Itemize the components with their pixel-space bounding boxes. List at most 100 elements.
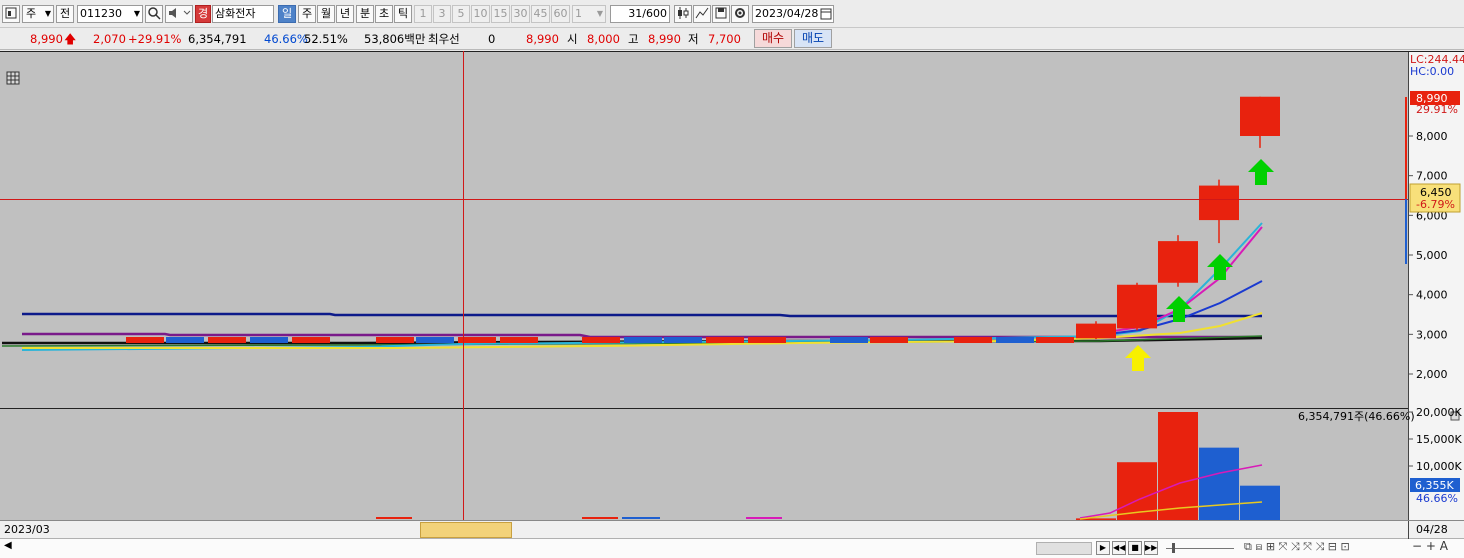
sound-icon[interactable]: [165, 5, 193, 23]
trade-amount: 53,806백만: [364, 32, 426, 46]
price-change: 2,070: [93, 32, 126, 46]
interval-1-button[interactable]: 1: [414, 5, 432, 23]
hc-label: HC:0.00: [1410, 65, 1454, 78]
zoom-slider-track[interactable]: [1166, 548, 1234, 549]
chart-scrollbar[interactable]: ◀ ▶ ◀◀ ■ ▶▶ ⧉ ⧈ ⊞ ⤧ ⤨ ⤧ ⤨ ⊟ ⊡ − + A: [0, 539, 1464, 558]
volume-ratio: 46.66%: [264, 32, 308, 46]
flat-candle: [664, 337, 702, 343]
interval-15-button[interactable]: 15: [491, 5, 510, 23]
date-highlight: [420, 522, 512, 538]
interval-3-button[interactable]: 3: [433, 5, 451, 23]
best-bid-qty: 0: [488, 32, 496, 46]
prev-button[interactable]: 전: [56, 5, 74, 23]
date-input[interactable]: 2023/04/28: [752, 5, 834, 23]
chart-type-icon[interactable]: [2, 5, 20, 23]
chevron-down-icon: ▼: [133, 9, 140, 18]
candle-icon[interactable]: [674, 5, 692, 23]
candle-body: [1076, 323, 1116, 339]
table-view-icon[interactable]: [6, 71, 20, 85]
tab-period-second[interactable]: 초: [375, 5, 393, 23]
flat-candle: [126, 337, 164, 343]
interval-60-button[interactable]: 60: [551, 5, 570, 23]
period-selector-value: 주: [26, 7, 37, 20]
flat-candle: [166, 337, 204, 343]
flat-candle: [870, 337, 908, 343]
volume: 6,354,791: [188, 32, 247, 46]
zoom-controls[interactable]: − + A: [1412, 539, 1448, 553]
start-date: 2023/03: [4, 523, 50, 536]
price-tick-label: 4,000: [1416, 289, 1448, 302]
high-price: 8,990: [648, 32, 681, 46]
save-icon[interactable]: [712, 5, 730, 23]
turnover: 52.51%: [304, 32, 348, 46]
price-tick-label: 8,000: [1416, 130, 1448, 143]
flat-candle: [208, 337, 246, 343]
flat-candle: [624, 337, 662, 343]
fast-forward-icon[interactable]: ▶▶: [1144, 541, 1158, 555]
scroll-thumb[interactable]: [1036, 542, 1092, 555]
high-label: 고: [628, 32, 639, 46]
tab-period-year[interactable]: 년: [336, 5, 354, 23]
tab-period-day[interactable]: 일: [278, 5, 296, 23]
rewind-icon[interactable]: ◀◀: [1112, 541, 1126, 555]
candle-body: [1199, 185, 1239, 221]
tab-period-minute[interactable]: 분: [356, 5, 374, 23]
stock-chart[interactable]: LC:244.44 HC:0.00 8,0007,0006,0005,0004,…: [0, 51, 1464, 520]
volume-tick-label: 10,000K: [1416, 460, 1462, 473]
candle-body: [1158, 241, 1198, 283]
stock-code-value: 011230: [80, 7, 122, 20]
price-tick-label: 3,000: [1416, 328, 1448, 341]
candle-body: [1240, 96, 1280, 136]
chart-area[interactable]: LC:244.44 HC:0.00 8,000 7,000 6,000 5,000 4,…: [0, 51, 1464, 520]
warning-badge: 경: [195, 5, 211, 23]
stock-name: 삼화전자: [215, 7, 256, 20]
low-price: 7,700: [708, 32, 741, 46]
flat-candle: [748, 337, 786, 343]
count-input[interactable]: 1 ▼: [572, 5, 606, 23]
interval-30-button[interactable]: 30: [511, 5, 530, 23]
crosshair-icon[interactable]: [693, 5, 711, 23]
chevron-down-icon: ▼: [596, 9, 603, 18]
volume-rate-tag-value: 46.66%: [1416, 492, 1458, 505]
scroll-left-icon[interactable]: ◀: [4, 540, 12, 551]
buy-button[interactable]: 매수: [754, 29, 792, 48]
price-tick-label: 5,000: [1416, 249, 1448, 262]
view-count: 31: [628, 7, 643, 20]
interval-5-button[interactable]: 5: [452, 5, 470, 23]
interval-45-button[interactable]: 45: [531, 5, 550, 23]
volume-tick-label: 20,000K: [1416, 406, 1462, 419]
layout-icons[interactable]: ⧉ ⧈ ⊞ ⤧ ⤨ ⤧ ⤨ ⊟ ⊡: [1244, 540, 1350, 554]
flat-candle: [292, 337, 330, 343]
current-price: 8,990: [30, 32, 63, 46]
view-total: /600: [642, 7, 667, 20]
flat-candle: [416, 337, 454, 343]
magnifier-icon[interactable]: [145, 5, 163, 23]
flat-candle: [954, 337, 992, 343]
tab-period-month[interactable]: 월: [317, 5, 335, 23]
sell-button[interactable]: 매도: [794, 29, 832, 48]
open-price: 8,000: [587, 32, 620, 46]
interval-10-button[interactable]: 10: [471, 5, 490, 23]
price-pane[interactable]: [0, 51, 1408, 408]
gear-icon[interactable]: [731, 5, 749, 23]
candle-body: [1117, 284, 1157, 329]
price-tick-label: 7,000: [1416, 170, 1448, 183]
stock-name-field[interactable]: 삼화전자: [212, 5, 274, 23]
flat-candle: [250, 337, 288, 343]
calendar-icon[interactable]: [820, 7, 832, 22]
low-label: 저: [688, 32, 699, 46]
tab-period-week[interactable]: 주: [298, 5, 316, 23]
count-value: 1: [575, 7, 582, 20]
volume-bar: [1199, 447, 1239, 520]
stop-icon[interactable]: ■: [1128, 541, 1142, 555]
stock-code-input[interactable]: 011230 ▼: [77, 5, 143, 23]
play-icon[interactable]: ▶: [1096, 541, 1110, 555]
view-count-field[interactable]: 31/600: [610, 5, 670, 23]
flat-candle: [500, 337, 538, 343]
price-axis: [1408, 51, 1464, 520]
zoom-slider-handle[interactable]: [1172, 543, 1175, 553]
period-selector[interactable]: 주 ▼: [22, 5, 54, 23]
volume-caption: 6,354,791주(46.66%): [1298, 410, 1415, 423]
cursor-price-tag: 6,450 -6.79%: [1409, 183, 1461, 213]
tab-period-tick[interactable]: 틱: [394, 5, 412, 23]
